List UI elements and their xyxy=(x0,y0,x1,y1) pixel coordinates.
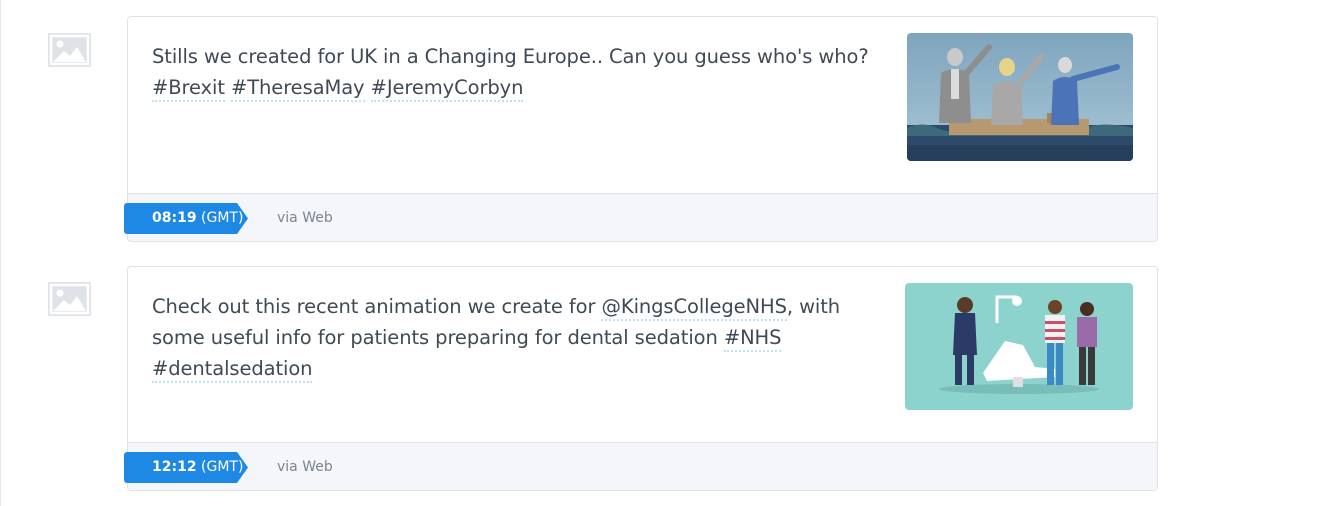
hashtag-link[interactable]: #NHS xyxy=(723,326,782,352)
hashtag-link[interactable]: #TheresaMay xyxy=(230,76,365,102)
via-source: via Web xyxy=(277,459,333,475)
tweet-timezone: (GMT) xyxy=(201,210,244,226)
tweet-text: Check out this recent animation we creat… xyxy=(152,291,882,384)
tweet-timezone: (GMT) xyxy=(201,459,244,475)
via-source: via Web xyxy=(277,210,333,226)
mention-link[interactable]: @KingsCollegeNHS xyxy=(601,295,787,321)
dental-clinic-illustration-image[interactable] xyxy=(905,283,1133,410)
tweet-time: 08:19 xyxy=(152,210,197,226)
tweet-feed: Stills we created for UK in a Changing E… xyxy=(0,0,1340,506)
politicians-illustration-image[interactable] xyxy=(907,33,1133,161)
tweet-card: Check out this recent animation we creat… xyxy=(124,266,1158,491)
tweet-time: 12:12 xyxy=(152,459,197,475)
tweet-footer: 08:19 (GMT) via Web xyxy=(124,193,1157,241)
tweet-text-segment: Stills we created for UK in a Changing E… xyxy=(152,45,869,68)
hashtag-link[interactable]: #dentalsedation xyxy=(152,357,313,383)
tweet-text-segment: Check out this recent animation we creat… xyxy=(152,295,602,318)
avatar-placeholder-icon[interactable] xyxy=(48,282,91,316)
tweet-card: Stills we created for UK in a Changing E… xyxy=(124,16,1158,242)
tweet-text: Stills we created for UK in a Changing E… xyxy=(152,41,882,103)
tweet-text-segment xyxy=(365,76,371,99)
tweet-footer: 12:12 (GMT) via Web xyxy=(124,442,1157,490)
hashtag-link[interactable]: #JeremyCorbyn xyxy=(370,76,523,102)
timestamp-badge[interactable]: 08:19 (GMT) xyxy=(124,203,248,234)
avatar-placeholder-icon[interactable] xyxy=(48,33,91,67)
hashtag-link[interactable]: #Brexit xyxy=(152,76,225,102)
timestamp-badge[interactable]: 12:12 (GMT) xyxy=(124,452,248,483)
